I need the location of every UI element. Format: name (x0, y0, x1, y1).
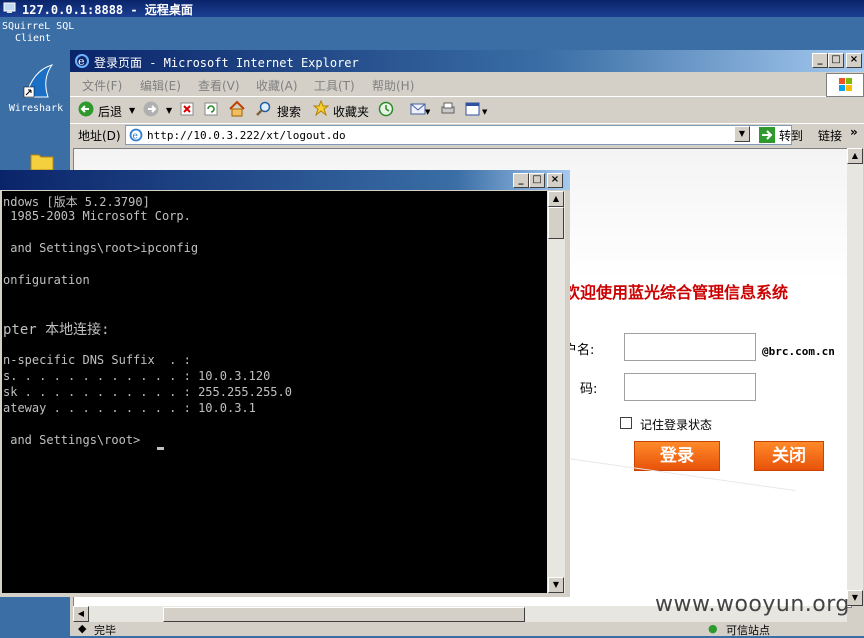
search-button[interactable]: 搜索 (277, 103, 301, 120)
scroll-up-button[interactable]: ▲ (847, 148, 863, 164)
hscroll-thumb[interactable] (163, 607, 525, 622)
forward-arrow-icon[interactable] (143, 101, 159, 117)
home-icon[interactable] (228, 100, 246, 117)
cmd-line: and Settings\root> (3, 433, 141, 447)
address-label: 地址(D) (78, 129, 121, 143)
scroll-left-button[interactable]: ◀ (73, 606, 89, 622)
favorites-star-icon[interactable] (313, 100, 329, 116)
mail-icon[interactable]: ▼ (410, 101, 430, 117)
address-dropdown-button[interactable]: ▼ (734, 126, 750, 142)
status-page-icon: ◆ (78, 622, 87, 635)
ie-menubar: 文件(F) 编辑(E) 查看(V) 收藏(A) 工具(T) 帮助(H) (70, 72, 864, 97)
cmd-console[interactable]: ndows [版本 5.2.3790] 1985-2003 Microsoft … (2, 191, 547, 593)
cmd-titlebar: _ □ × (0, 170, 570, 190)
menu-edit[interactable]: 编辑(E) (140, 77, 181, 94)
address-input[interactable]: e http://10.0.3.222/xt/logout.do (125, 125, 792, 145)
ie-title: 登录页面 - Microsoft Internet Explorer (94, 56, 359, 70)
remote-desktop-icon (3, 2, 16, 13)
back-arrow-icon[interactable] (78, 101, 94, 117)
wireshark-icon[interactable] (22, 63, 56, 99)
cmd-line: s. . . . . . . . . . . . : 10.0.3.120 (3, 369, 271, 383)
address-url: http://10.0.3.222/xt/logout.do (147, 129, 346, 142)
folder-icon[interactable] (30, 151, 54, 171)
close-button[interactable]: × (846, 53, 862, 68)
cmd-line: onfiguration (3, 273, 90, 287)
remember-checkbox[interactable] (620, 417, 632, 429)
cmd-line: pter 本地连接: (3, 322, 110, 338)
vertical-scrollbar[interactable]: ▲ ▼ (847, 148, 863, 606)
cmd-line: n-specific DNS Suffix . : (3, 353, 191, 367)
remote-desktop-title: 127.0.0.1:8888 - 远程桌面 (22, 3, 193, 17)
chevron-right-icon[interactable]: » (850, 125, 858, 139)
print-icon[interactable] (440, 101, 456, 117)
welcome-heading: 欢迎使用蓝光综合管理信息系统 (564, 283, 789, 302)
remember-label: 记住登录状态 (640, 418, 713, 432)
back-button[interactable]: 后退 (98, 103, 122, 120)
cmd-line: sk . . . . . . . . . . . : 255.255.255.0 (3, 385, 292, 399)
menu-tools[interactable]: 工具(T) (314, 77, 355, 94)
text-cursor (157, 447, 164, 450)
go-button[interactable]: 转到 (779, 127, 803, 144)
trusted-zone-icon: ● (708, 622, 718, 635)
page-icon: e (129, 128, 143, 142)
menu-file[interactable]: 文件(F) (82, 77, 122, 94)
windows-logo-icon (826, 73, 864, 97)
cmd-scrollbar[interactable]: ▲ ▼ (547, 191, 565, 593)
svg-text:▼: ▼ (425, 108, 430, 116)
cmd-scroll-thumb[interactable] (548, 207, 564, 239)
cmd-scroll-up-button[interactable]: ▲ (548, 191, 564, 207)
status-bar: ◆ 完毕 ● 可信站点 (70, 622, 864, 637)
forward-dropdown-icon[interactable]: ▼ (166, 106, 172, 115)
history-icon[interactable] (378, 101, 394, 117)
username-input[interactable] (624, 333, 756, 361)
ie-logo-icon: e (75, 54, 89, 68)
login-button[interactable]: 登录 (634, 441, 720, 471)
minimize-button[interactable]: _ (812, 53, 828, 68)
back-dropdown-icon[interactable]: ▼ (129, 106, 135, 115)
watermark-text: www.wooyun.org (655, 592, 850, 617)
cmd-line: 1985-2003 Microsoft Corp. (3, 209, 191, 223)
menu-view[interactable]: 查看(V) (198, 77, 240, 94)
go-arrow-icon[interactable] (759, 127, 775, 143)
svg-text:▼: ▼ (482, 108, 488, 116)
search-icon[interactable] (256, 101, 272, 117)
cmd-line: and Settings\root>ipconfig (3, 241, 199, 255)
stop-icon[interactable] (180, 102, 194, 116)
menu-favorites[interactable]: 收藏(A) (256, 77, 298, 94)
desktop-icon-label-wireshark[interactable]: Wireshark (6, 103, 66, 114)
menu-help[interactable]: 帮助(H) (372, 77, 414, 94)
password-label: 码: (580, 382, 598, 397)
links-button[interactable]: 链接 (818, 127, 842, 144)
ie-toolbar: 后退 ▼ ▼ 搜索 收藏夹 ▼ ▼ (70, 97, 864, 124)
email-suffix: @brc.com.cn (762, 345, 835, 358)
cmd-scroll-down-button[interactable]: ▼ (548, 577, 564, 593)
password-input[interactable] (624, 373, 756, 401)
remote-desktop-titlebar: 127.0.0.1:8888 - 远程桌面 (0, 0, 864, 17)
maximize-button[interactable]: □ (828, 53, 844, 68)
close-page-button[interactable]: 关闭 (754, 441, 824, 471)
cmd-close-button[interactable]: × (547, 173, 563, 188)
ie-titlebar: e 登录页面 - Microsoft Internet Explorer _ □… (70, 50, 864, 72)
cmd-window: _ □ × ndows [版本 5.2.3790] 1985-2003 Micr… (0, 170, 570, 597)
svg-text:e: e (78, 55, 85, 68)
favorites-button[interactable]: 收藏夹 (333, 103, 369, 120)
cmd-line: ndows [版本 5.2.3790] (3, 195, 150, 209)
edit-icon[interactable]: ▼ (465, 101, 489, 117)
address-bar: 地址(D) e http://10.0.3.222/xt/logout.do ▼… (70, 123, 864, 147)
cmd-line: ateway . . . . . . . . . : 10.0.3.1 (3, 401, 256, 415)
desktop-icon-label-squirrel[interactable]: SQuirreL SQL Client (2, 21, 74, 45)
cmd-maximize-button[interactable]: □ (529, 173, 545, 188)
svg-text:e: e (133, 132, 138, 142)
refresh-icon[interactable] (204, 102, 218, 116)
cmd-minimize-button[interactable]: _ (513, 173, 529, 188)
